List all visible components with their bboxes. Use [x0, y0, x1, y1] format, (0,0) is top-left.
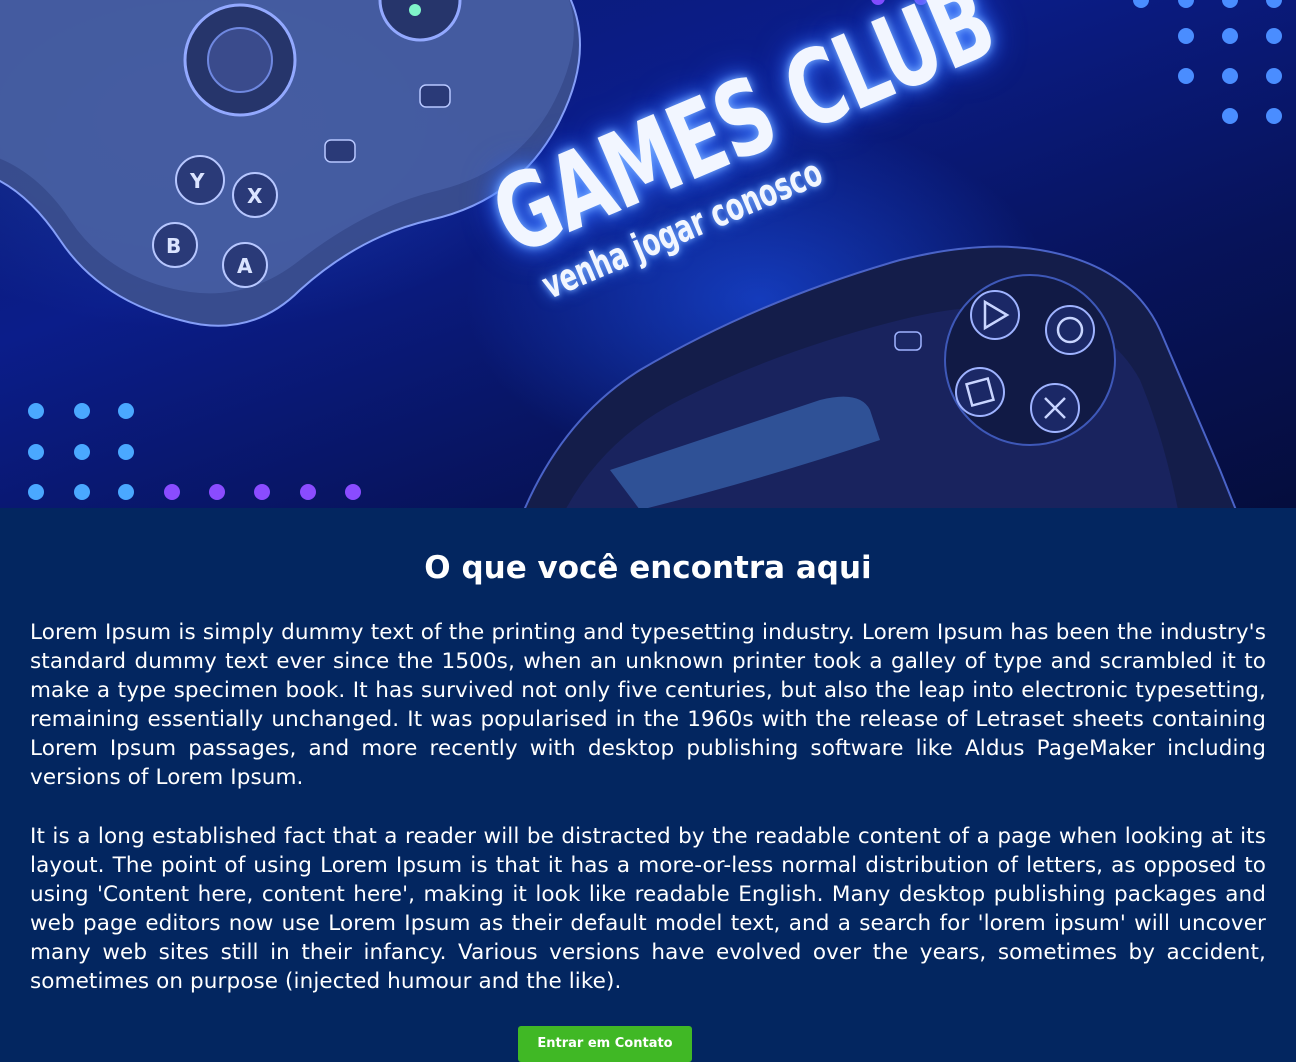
hero-banner: Y X B A GAMES CLUB venha jogar conosco	[0, 0, 1296, 508]
main-content: O que você encontra aqui Lorem Ipsum is …	[30, 508, 1266, 996]
cta-container: Entrar em Contato	[518, 1026, 692, 1062]
intro-paragraph: Lorem Ipsum is simply dummy text of the …	[30, 620, 1266, 790]
svg-text:X: X	[247, 184, 263, 208]
playstation-controller-icon	[523, 245, 1237, 508]
svg-text:A: A	[237, 254, 253, 278]
section-title: O que você encontra aqui	[424, 550, 872, 586]
svg-text:Y: Y	[189, 169, 205, 193]
contact-button[interactable]: Entrar em Contato	[518, 1026, 692, 1062]
second-paragraph: It is a long established fact that a rea…	[30, 824, 1266, 994]
svg-text:B: B	[166, 234, 181, 258]
